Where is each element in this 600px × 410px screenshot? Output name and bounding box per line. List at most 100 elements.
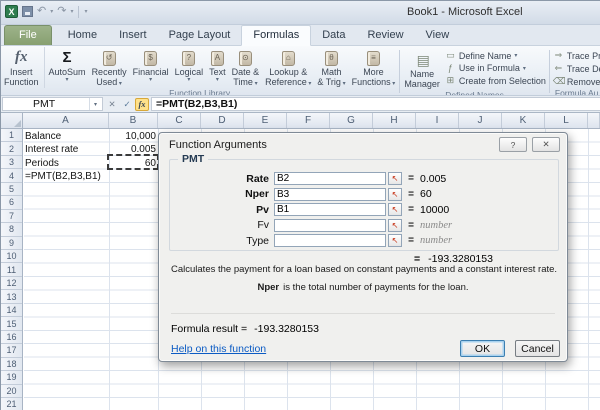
- row-header-16[interactable]: 16: [1, 331, 22, 345]
- column-header-D[interactable]: D: [201, 113, 244, 128]
- more-functions-button[interactable]: ≡ More Functions ▾: [349, 47, 399, 88]
- row-header-20[interactable]: 20: [1, 385, 22, 398]
- row-header-9[interactable]: 9: [1, 237, 22, 251]
- fv-collapse-dialog-button[interactable]: ↖: [388, 218, 402, 232]
- tab-file[interactable]: File: [4, 25, 52, 45]
- nper-collapse-dialog-button[interactable]: ↖: [388, 187, 402, 201]
- customize-qat-icon[interactable]: ▾: [84, 8, 87, 15]
- insert-function-icon[interactable]: fx: [135, 97, 149, 111]
- column-header-E[interactable]: E: [244, 113, 287, 128]
- tab-review[interactable]: Review: [356, 26, 414, 45]
- dialog-help-button[interactable]: ?: [499, 137, 527, 152]
- tab-page-layout[interactable]: Page Layout: [158, 26, 242, 45]
- row-header-11[interactable]: 11: [1, 264, 22, 277]
- name-box-dropdown-icon[interactable]: ▾: [89, 98, 101, 110]
- dialog-close-button[interactable]: ✕: [532, 137, 560, 152]
- pv-collapse-dialog-button[interactable]: ↖: [388, 203, 402, 217]
- row-header-13[interactable]: 13: [1, 290, 22, 304]
- cell-A2[interactable]: Interest rate: [25, 143, 107, 156]
- row-header-14[interactable]: 14: [1, 304, 22, 318]
- insert-function-button[interactable]: fx Insert Function: [1, 47, 45, 89]
- cell-A3[interactable]: Periods: [25, 157, 107, 170]
- enter-entry-icon[interactable]: ✓: [120, 98, 134, 111]
- name-manager-button[interactable]: ▤ Name Manager: [401, 49, 443, 90]
- row-header-3[interactable]: 3: [1, 156, 22, 170]
- row-header-18[interactable]: 18: [1, 358, 22, 372]
- type-collapse-dialog-button[interactable]: ↖: [388, 234, 402, 248]
- trace-dependents-button[interactable]: ⇐Trace Dependents: [551, 62, 600, 75]
- column-header-C[interactable]: C: [158, 113, 201, 128]
- cell-A1[interactable]: Balance: [25, 130, 107, 143]
- remove-arrows-button[interactable]: ⌫Remove Arrows▾: [551, 75, 600, 88]
- row-header-5[interactable]: 5: [1, 183, 22, 197]
- math-trig-button[interactable]: θ Math & Trig ▾: [314, 47, 348, 88]
- row-header-6[interactable]: 6: [1, 196, 22, 210]
- trace-precedents-button[interactable]: ⇒Trace Precedents: [551, 49, 600, 62]
- dropdown-icon: ▾: [252, 81, 258, 88]
- quick-access-toolbar: X ↶ ▾ ↷ ▾ ▾: [5, 5, 87, 18]
- column-header-I[interactable]: I: [416, 113, 459, 128]
- row-header-8[interactable]: 8: [1, 223, 22, 237]
- nper-input[interactable]: [274, 187, 386, 201]
- text-button[interactable]: A Text ▾: [206, 47, 229, 88]
- tab-formulas[interactable]: Formulas: [241, 25, 312, 46]
- autosum-button[interactable]: Σ AutoSum ▾: [46, 47, 89, 88]
- pv-input[interactable]: [274, 203, 386, 217]
- cancel-button[interactable]: Cancel: [515, 340, 560, 357]
- cancel-entry-icon[interactable]: ✕: [105, 98, 119, 111]
- formula-input[interactable]: =PMT(B2,B3,B1): [151, 97, 600, 111]
- row-header-2[interactable]: 2: [1, 142, 22, 156]
- define-name-button[interactable]: ▭ Define Name ▾: [443, 49, 548, 62]
- pv-result: 10000: [420, 203, 450, 216]
- tab-insert[interactable]: Insert: [108, 26, 158, 45]
- row-header-17[interactable]: 17: [1, 344, 22, 358]
- rate-input[interactable]: [274, 172, 386, 185]
- row-header-19[interactable]: 19: [1, 371, 22, 385]
- row-header-12[interactable]: 12: [1, 277, 22, 291]
- help-on-function-link[interactable]: Help on this function: [171, 343, 266, 355]
- create-from-selection-button[interactable]: ⊞ Create from Selection: [443, 74, 548, 87]
- column-header-H[interactable]: H: [373, 113, 416, 128]
- row-header-4[interactable]: 4: [1, 169, 22, 183]
- row-header-21[interactable]: 21: [1, 398, 22, 410]
- name-box[interactable]: PMT ▾: [2, 97, 103, 111]
- column-header-A[interactable]: A: [23, 113, 109, 128]
- undo-dropdown-icon[interactable]: ▾: [50, 8, 53, 15]
- remove-arrows-icon: ⌫: [552, 76, 566, 86]
- use-in-formula-button[interactable]: ƒ Use in Formula ▾: [443, 62, 548, 74]
- ok-button[interactable]: OK: [460, 340, 505, 357]
- column-header-K[interactable]: K: [502, 113, 545, 128]
- row-header-10[interactable]: 10: [1, 250, 22, 264]
- column-header-L[interactable]: L: [545, 113, 588, 128]
- lookup-reference-button[interactable]: ⌂ Lookup & Reference ▾: [262, 47, 314, 88]
- type-input[interactable]: [274, 234, 386, 248]
- financial-button[interactable]: $ Financial ▾: [130, 47, 172, 88]
- save-icon[interactable]: [22, 6, 33, 17]
- redo-dropdown-icon[interactable]: ▾: [70, 8, 73, 15]
- tab-view[interactable]: View: [415, 26, 461, 45]
- fv-input[interactable]: [274, 218, 386, 232]
- rate-collapse-dialog-button[interactable]: ↖: [388, 172, 402, 185]
- column-header-J[interactable]: J: [459, 113, 502, 128]
- excel-logo-icon[interactable]: X: [5, 5, 18, 18]
- row-header-1[interactable]: 1: [1, 129, 22, 143]
- row-header-7[interactable]: 7: [1, 210, 22, 224]
- select-all-corner[interactable]: [1, 113, 23, 128]
- date-time-button[interactable]: ⊙ Date & Time ▾: [229, 47, 263, 88]
- formula-result: Formula result = -193.3280153: [171, 323, 319, 335]
- redo-icon[interactable]: ↷: [57, 6, 66, 17]
- tab-data[interactable]: Data: [311, 26, 356, 45]
- tab-home[interactable]: Home: [57, 26, 108, 45]
- row-header-15[interactable]: 15: [1, 317, 22, 331]
- column-header-B[interactable]: B: [109, 113, 158, 128]
- recently-used-button[interactable]: ↺ Recently Used ▾: [89, 47, 130, 88]
- cell-B1[interactable]: 10,000: [109, 130, 156, 143]
- column-header-F[interactable]: F: [287, 113, 330, 128]
- undo-icon[interactable]: ↶: [37, 6, 46, 17]
- cell-A4[interactable]: =PMT(B2,B3,B1): [25, 170, 107, 183]
- logical-button[interactable]: ? Logical ▾: [172, 47, 207, 88]
- define-name-icon: ▭: [446, 50, 455, 60]
- column-header-G[interactable]: G: [330, 113, 373, 128]
- fv-field-row: Fv ↖ = number: [159, 218, 569, 233]
- type-result: number: [420, 235, 453, 247]
